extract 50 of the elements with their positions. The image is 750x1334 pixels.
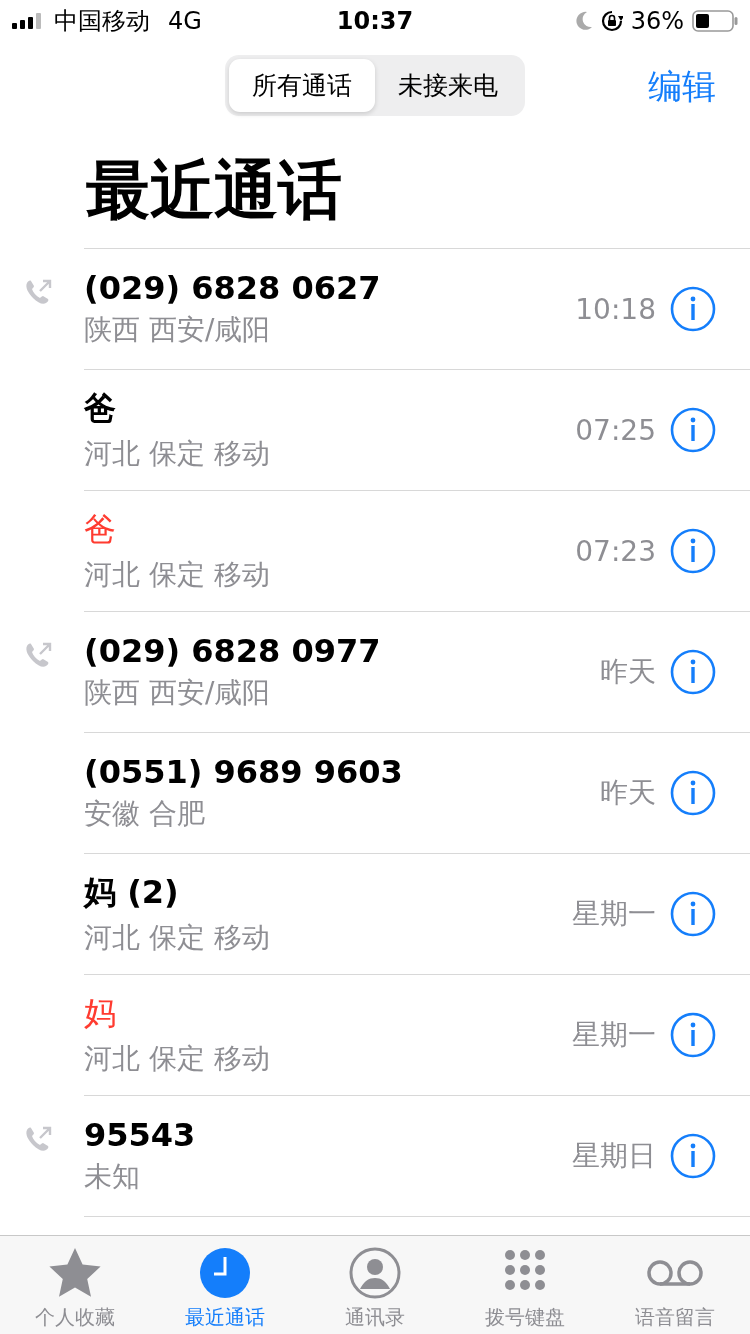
caller-name: (029) 6828 0627	[84, 269, 382, 307]
carrier: 中国移动	[54, 6, 150, 37]
info-icon[interactable]	[670, 407, 716, 453]
network-type: 4G	[168, 7, 202, 35]
info-icon[interactable]	[670, 528, 716, 574]
caller-location: 未知	[84, 1159, 141, 1195]
segment-tab[interactable]: 所有通话	[229, 58, 375, 112]
call-time: 昨天	[600, 775, 656, 811]
tab-bar-item[interactable]: 最近通话	[150, 1236, 300, 1334]
person-icon	[348, 1246, 402, 1300]
caller-location: 河北 保定 移动	[84, 1041, 271, 1077]
info-icon[interactable]	[670, 286, 716, 332]
caller-location: 河北 保定 移动	[84, 436, 271, 472]
caller-name: (0551) 9689 9603	[84, 753, 404, 791]
caller-name: 爸	[84, 388, 117, 429]
moon-icon	[574, 11, 593, 31]
tab-bar-item[interactable]: 语音留言	[600, 1236, 750, 1334]
caller-name: (029) 6828 0977	[84, 632, 382, 670]
call-time: 星期一	[572, 1017, 656, 1053]
call-time: 星期一	[572, 896, 656, 932]
caller-name: 95543	[84, 1116, 197, 1154]
caller-location: 陕西 西安/咸阳	[84, 675, 272, 711]
info-icon[interactable]	[670, 649, 716, 695]
rotation-lock-icon	[600, 10, 623, 32]
info-icon[interactable]	[670, 1012, 716, 1058]
clock: 10:37	[336, 7, 414, 35]
caller-location: 安徽 合肥	[84, 796, 206, 832]
caller-name: 妈 (2)	[84, 872, 180, 913]
caller-name: 妈	[84, 993, 117, 1034]
info-icon[interactable]	[670, 1133, 716, 1179]
segment-tab[interactable]: 未接来电	[375, 58, 521, 112]
call-time: 07:23	[575, 534, 656, 568]
call-time: 07:25	[575, 413, 656, 447]
tab-bar-item[interactable]: 拨号键盘	[450, 1236, 600, 1334]
tab-bar-item[interactable]: 通讯录	[300, 1236, 450, 1334]
caller-location: 河北 保定 移动	[84, 920, 271, 956]
page-title: 最近通话	[85, 152, 343, 229]
battery-percent: 36%	[630, 7, 684, 35]
caller-location: 陕西 西安/咸阳	[84, 312, 272, 348]
call-time: 星期日	[572, 1138, 656, 1174]
battery-icon	[692, 10, 738, 32]
tab-bar-item[interactable]: 个人收藏	[0, 1236, 150, 1334]
call-time: 10:18	[575, 292, 656, 326]
caller-location: 河北 保定 移动	[84, 557, 271, 593]
clock-icon	[198, 1246, 252, 1300]
edit-button[interactable]: 编辑	[648, 64, 716, 110]
info-icon[interactable]	[670, 770, 716, 816]
call-time: 昨天	[600, 654, 656, 690]
info-icon[interactable]	[670, 891, 716, 937]
caller-name: 爸	[84, 509, 117, 550]
